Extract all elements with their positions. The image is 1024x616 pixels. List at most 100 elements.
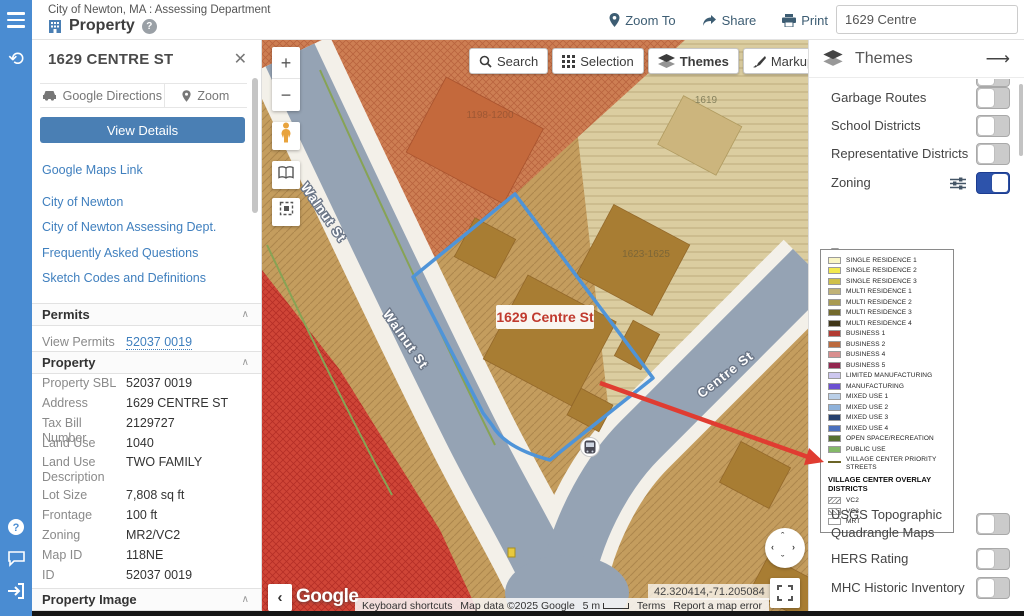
street-view-pegman-button[interactable] <box>272 122 300 150</box>
share-icon <box>702 14 717 27</box>
hamburger-menu-button[interactable] <box>0 0 32 40</box>
map-toolbar: Search Selection Themes Markup Abutters <box>469 48 808 74</box>
collapse-panel-arrow-icon[interactable]: ⟶ <box>986 49 1010 69</box>
zoom-control: + − <box>272 47 300 111</box>
link-google-maps[interactable]: Google Maps Link <box>42 163 143 177</box>
link-faq[interactable]: Frequently Asked Questions <box>42 246 198 260</box>
fullscreen-button[interactable] <box>770 578 800 608</box>
permit-number-link[interactable]: 52037 0019 <box>126 335 192 350</box>
svg-text:1629 Centre St: 1629 Centre St <box>496 309 594 325</box>
theme-toggle-school-districts[interactable] <box>976 115 1010 137</box>
legend-streets-swatch <box>828 458 841 465</box>
legend-swatch <box>828 383 841 390</box>
google-directions-button[interactable]: Google Directions <box>40 84 165 107</box>
themes-tool-button[interactable]: Themes <box>648 48 739 74</box>
chat-icon[interactable] <box>0 550 32 572</box>
theme-label: Zoning <box>831 174 871 192</box>
legend-label: MIXED USE 3 <box>846 414 888 421</box>
legend-label: MULTI RESIDENCE 1 <box>846 288 912 295</box>
markup-tool-button[interactable]: Markup <box>743 48 808 74</box>
field-value: MR2/VC2 <box>126 528 253 543</box>
legend-overlay-header: VILLAGE CENTER OVERLAY DISTRICTS <box>828 475 953 494</box>
legend-label: MULTI RESIDENCE 2 <box>846 299 912 306</box>
themes-panel-scrollbar[interactable] <box>1019 84 1023 156</box>
zoom-to-label: Zoom To <box>625 13 675 28</box>
help-icon[interactable]: ? <box>142 19 157 34</box>
zoom-to-button[interactable]: Zoom To <box>609 13 675 28</box>
zoom-to-parcel-button[interactable]: Zoom <box>165 84 247 107</box>
parcel-label-1623: 1623-1625 <box>622 249 670 260</box>
field-value: TWO FAMILY <box>126 455 253 485</box>
theme-toggle-garbage-routes[interactable] <box>976 87 1010 109</box>
layers-icon <box>658 54 675 69</box>
field-value: 52037 0019 <box>126 568 253 583</box>
print-button[interactable]: Print <box>782 13 828 28</box>
sidebar-scrollbar[interactable] <box>252 78 258 213</box>
theme-label: School Districts <box>831 117 921 135</box>
parcel-title: 1629 CENTRE ST <box>48 51 173 68</box>
pan-up-icon: ˆ <box>781 531 784 541</box>
link-sketch-codes[interactable]: Sketch Codes and Definitions <box>42 271 206 285</box>
theme-toggle-zoning[interactable] <box>976 172 1010 194</box>
search-tool-label: Search <box>497 54 538 69</box>
theme-toggle-mhc[interactable] <box>976 577 1010 599</box>
theme-label: HERS Rating <box>831 550 908 568</box>
field-label: Map ID <box>42 548 126 563</box>
link-assessing-dept[interactable]: City of Newton Assessing Dept. <box>42 220 216 234</box>
property-image-section-header[interactable]: Property Image ∧ <box>32 588 261 611</box>
legend-label: VC2 <box>846 497 859 504</box>
theme-toggle-representative-districts[interactable] <box>976 143 1010 165</box>
google-logo: Google <box>296 586 358 608</box>
pan-left-icon: ‹ <box>771 542 774 552</box>
legend-label: PUBLIC USE <box>846 446 886 453</box>
legend-swatch <box>828 330 841 337</box>
scale-bar <box>603 603 629 609</box>
app-window: City of Newton, MA : Assessing Departmen… <box>0 0 1024 616</box>
permits-section-header[interactable]: Permits ∧ <box>32 303 261 326</box>
collapse-caret-icon: ∧ <box>242 594 249 605</box>
legend-label: OPEN SPACE/RECREATION <box>846 435 934 442</box>
basemap-book-button[interactable] <box>272 161 300 189</box>
layer-settings-sliders-icon[interactable] <box>950 177 966 190</box>
legend-label: BUSINESS 1 <box>846 330 885 337</box>
theme-label: USGS Topographic Quadrangle Maps <box>831 506 976 541</box>
theme-label: Garbage Routes <box>831 89 926 107</box>
legend-label: LIMITED MANUFACTURING <box>846 372 932 379</box>
zoom-in-button[interactable]: + <box>272 47 300 79</box>
map-canvas[interactable]: Walnut St Walnut St Centre St 1198-1200 … <box>262 40 808 616</box>
left-icon-strip: ⟲ ? <box>0 40 32 616</box>
top-header: City of Newton, MA : Assessing Departmen… <box>0 0 1024 40</box>
pin-icon <box>609 13 620 27</box>
field-value: 100 ft <box>126 508 253 523</box>
close-icon[interactable]: ✕ <box>230 49 251 69</box>
search-input[interactable] <box>837 12 1024 27</box>
collapse-panel-button[interactable]: ‹ <box>268 584 292 611</box>
field-label: ID <box>42 568 126 583</box>
pan-control[interactable]: ˆ ˇ ‹ › <box>765 528 805 568</box>
theme-toggle-hers[interactable] <box>976 548 1010 570</box>
history-icon[interactable]: ⟲ <box>0 48 32 71</box>
property-section-header[interactable]: Property ∧ <box>32 351 261 374</box>
legend-label: SINGLE RESIDENCE 1 <box>846 257 917 264</box>
selection-tool-button[interactable]: Selection <box>552 48 643 74</box>
legend-swatch <box>828 267 841 274</box>
link-city-of-newton[interactable]: City of Newton <box>42 195 123 209</box>
view-details-button[interactable]: View Details <box>40 117 245 143</box>
map-extent-button[interactable] <box>272 198 300 226</box>
building-icon <box>48 19 62 34</box>
themes-tool-label: Themes <box>680 54 729 69</box>
share-button[interactable]: Share <box>702 13 757 28</box>
legend-swatch <box>828 404 841 411</box>
legend-swatch <box>828 341 841 348</box>
property-header-label: Property <box>42 355 95 370</box>
help-circle-icon[interactable]: ? <box>0 518 32 541</box>
theme-toggle-usgs[interactable] <box>976 513 1010 535</box>
zoom-out-button[interactable]: − <box>272 79 300 111</box>
search-tool-button[interactable]: Search <box>469 48 548 74</box>
pan-down-icon: ˇ <box>781 554 784 564</box>
sign-in-icon[interactable] <box>0 583 32 604</box>
printer-icon <box>782 14 796 27</box>
selected-parcel-label: 1629 Centre St <box>496 305 594 329</box>
legend-label: MIXED USE 1 <box>846 393 888 400</box>
legend-swatch <box>828 362 841 369</box>
